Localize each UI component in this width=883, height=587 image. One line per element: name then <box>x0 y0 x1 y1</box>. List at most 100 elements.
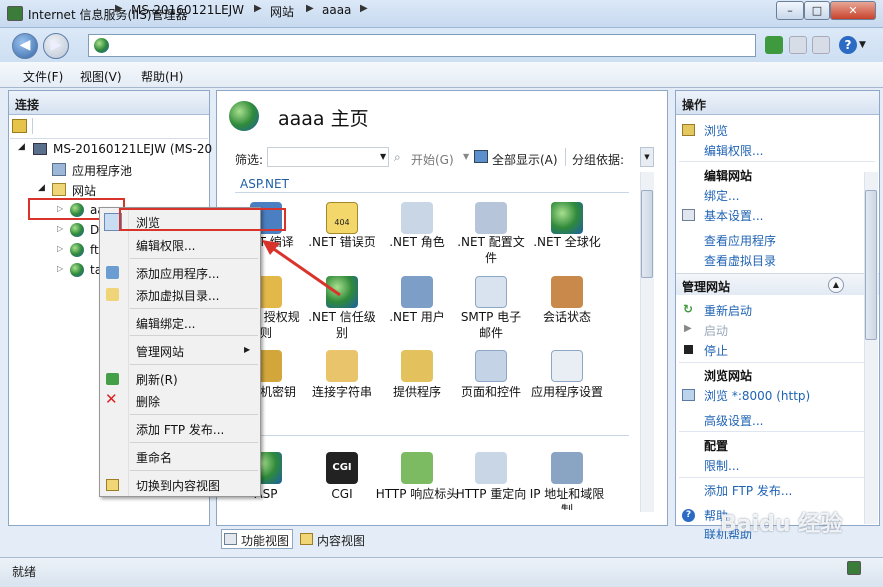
refresh-icon[interactable] <box>765 36 783 54</box>
feature-connection-strings[interactable]: 连接字符串 <box>306 384 378 400</box>
address-arrow[interactable]: ▶ <box>115 3 123 14</box>
ctx-edit-bindings[interactable]: 编辑绑定... <box>136 315 195 332</box>
action-browse-port[interactable]: 浏览 *:8000 (http) <box>704 387 810 404</box>
feature-dotnet-profile[interactable]: .NET 配置文件 <box>455 234 527 266</box>
tree-item-server[interactable]: MS-20160121LEJW (MS-20 <box>53 142 212 156</box>
action-restart[interactable]: 重新启动 <box>704 302 752 319</box>
minimize-button[interactable]: – <box>776 1 804 20</box>
action-bindings[interactable]: 绑定... <box>704 187 739 204</box>
expand-icon[interactable]: ▷ <box>57 244 63 253</box>
collapse-section-icon[interactable]: ▲ <box>828 277 844 293</box>
ctx-delete[interactable]: 删除 <box>136 393 160 410</box>
dotnet-error-pages-icon[interactable]: 404 <box>326 202 358 234</box>
dotnet-roles-icon[interactable] <box>401 202 433 234</box>
close-button[interactable]: ✕ <box>830 1 876 20</box>
action-edit-permissions[interactable]: 编辑权限... <box>704 142 763 159</box>
ctx-switch-content-view[interactable]: 切换到内容视图 <box>136 477 220 494</box>
scrollbar-thumb[interactable] <box>641 190 653 278</box>
address-segment-server[interactable]: MS-20160121LEJW <box>131 3 244 17</box>
address-arrow[interactable]: ▶ <box>306 3 314 14</box>
action-basic-settings[interactable]: 基本设置... <box>704 207 763 224</box>
filter-input[interactable] <box>267 147 389 167</box>
feature-dotnet-roles[interactable]: .NET 角色 <box>381 234 453 250</box>
connect-icon[interactable] <box>12 119 27 133</box>
menu-view[interactable]: 视图(V) <box>80 68 122 85</box>
action-add-ftp[interactable]: 添加 FTP 发布... <box>704 482 792 499</box>
delete-icon: ✕ <box>105 390 118 408</box>
stop-icon[interactable] <box>789 36 807 54</box>
home-icon[interactable] <box>812 36 830 54</box>
address-arrow[interactable]: ▶ <box>254 3 262 14</box>
feature-dotnet-users[interactable]: .NET 用户 <box>381 309 453 325</box>
collapse-icon[interactable]: ◢ <box>38 183 45 193</box>
action-limits[interactable]: 限制... <box>704 457 739 474</box>
collapse-icon[interactable]: ◢ <box>18 142 25 152</box>
providers-icon[interactable] <box>401 350 433 382</box>
http-headers-icon[interactable] <box>401 452 433 484</box>
smtp-email-icon[interactable] <box>475 276 507 308</box>
tree-item-site-d[interactable]: D <box>90 223 99 237</box>
back-button[interactable]: ◀ <box>12 33 38 59</box>
feature-providers[interactable]: 提供程序 <box>381 384 453 400</box>
action-view-apps[interactable]: 查看应用程序 <box>704 232 776 249</box>
dotnet-globalization-icon[interactable] <box>551 202 583 234</box>
tree-item-sites[interactable]: 网站 <box>72 182 96 199</box>
expand-icon[interactable]: ▷ <box>57 264 63 273</box>
start-filter-button[interactable]: 开始(G) <box>411 151 454 168</box>
actions-scrollbar-thumb[interactable] <box>865 190 877 340</box>
feature-http-headers[interactable]: HTTP 响应标头 <box>375 486 459 502</box>
forward-button[interactable]: ▶ <box>43 33 69 59</box>
app-pool-icon <box>52 163 66 176</box>
maximize-button[interactable]: □ <box>804 1 830 20</box>
pages-controls-icon[interactable] <box>475 350 507 382</box>
feature-smtp-email[interactable]: SMTP 电子邮件 <box>455 309 527 341</box>
action-view-vdirs[interactable]: 查看虚拟目录 <box>704 252 776 269</box>
session-state-icon[interactable] <box>551 276 583 308</box>
feature-dotnet-trust[interactable]: .NET 信任级别 <box>306 309 378 341</box>
expand-icon[interactable]: ▷ <box>57 224 63 233</box>
menu-file[interactable]: 文件(F) <box>23 68 63 85</box>
tab-content-view-label[interactable]: 内容视图 <box>317 532 365 549</box>
help-icon[interactable]: ? <box>839 36 857 54</box>
feature-cgi[interactable]: CGI <box>306 486 378 502</box>
action-browse[interactable]: 浏览 <box>704 122 728 139</box>
tab-feature-view-label[interactable]: 功能视图 <box>241 532 289 549</box>
tree-item-app-pools[interactable]: 应用程序池 <box>72 162 132 179</box>
section-aspnet: ASP.NET <box>240 177 289 191</box>
feature-pages-controls[interactable]: 页面和控件 <box>455 384 527 400</box>
cgi-icon[interactable]: CGI <box>326 452 358 484</box>
chevron-down-icon[interactable]: ▼ <box>859 40 866 50</box>
ctx-manage-site[interactable]: 管理网站 <box>136 343 184 360</box>
action-advanced-settings[interactable]: 高级设置... <box>704 412 763 429</box>
show-all-button[interactable]: 全部显示(A) <box>492 151 558 168</box>
ctx-rename[interactable]: 重命名 <box>136 449 172 466</box>
feature-dotnet-globalization[interactable]: .NET 全球化 <box>531 234 603 250</box>
refresh-icon <box>106 373 119 385</box>
chevron-down-icon[interactable]: ▼ <box>380 152 386 161</box>
app-settings-icon[interactable] <box>551 350 583 382</box>
ctx-edit-permissions[interactable]: 编辑权限... <box>136 237 195 254</box>
dotnet-users-icon[interactable] <box>401 276 433 308</box>
ctx-add-vdir[interactable]: 添加虚拟目录... <box>136 287 219 304</box>
dotnet-profile-icon[interactable] <box>475 202 507 234</box>
feature-session-state[interactable]: 会话状态 <box>531 309 603 325</box>
feature-ip-domain[interactable]: IP 地址和域限制 <box>527 486 607 510</box>
address-segment-site[interactable]: aaaa <box>322 3 351 17</box>
ctx-add-app[interactable]: 添加应用程序... <box>136 265 219 282</box>
binoculars-icon[interactable]: ⌕ <box>394 150 401 165</box>
http-redirect-icon[interactable] <box>475 452 507 484</box>
chevron-down-icon[interactable]: ▼ <box>463 152 469 161</box>
feature-http-redirect[interactable]: HTTP 重定向 <box>451 486 531 502</box>
ctx-refresh[interactable]: 刷新(R) <box>136 371 178 388</box>
action-stop[interactable]: 停止 <box>704 342 728 359</box>
address-arrow[interactable]: ▶ <box>360 3 368 14</box>
group-by-dropdown[interactable]: ▼ <box>640 147 654 167</box>
address-segment-sites[interactable]: 网站 <box>270 3 294 20</box>
tree-item-site-ft[interactable]: ft <box>90 243 99 257</box>
feature-app-settings[interactable]: 应用程序设置 <box>531 384 603 400</box>
menu-help[interactable]: 帮助(H) <box>141 68 183 85</box>
connection-strings-icon[interactable] <box>326 350 358 382</box>
ip-domain-icon[interactable] <box>551 452 583 484</box>
ctx-add-ftp[interactable]: 添加 FTP 发布... <box>136 421 224 438</box>
address-bar[interactable] <box>88 34 756 57</box>
